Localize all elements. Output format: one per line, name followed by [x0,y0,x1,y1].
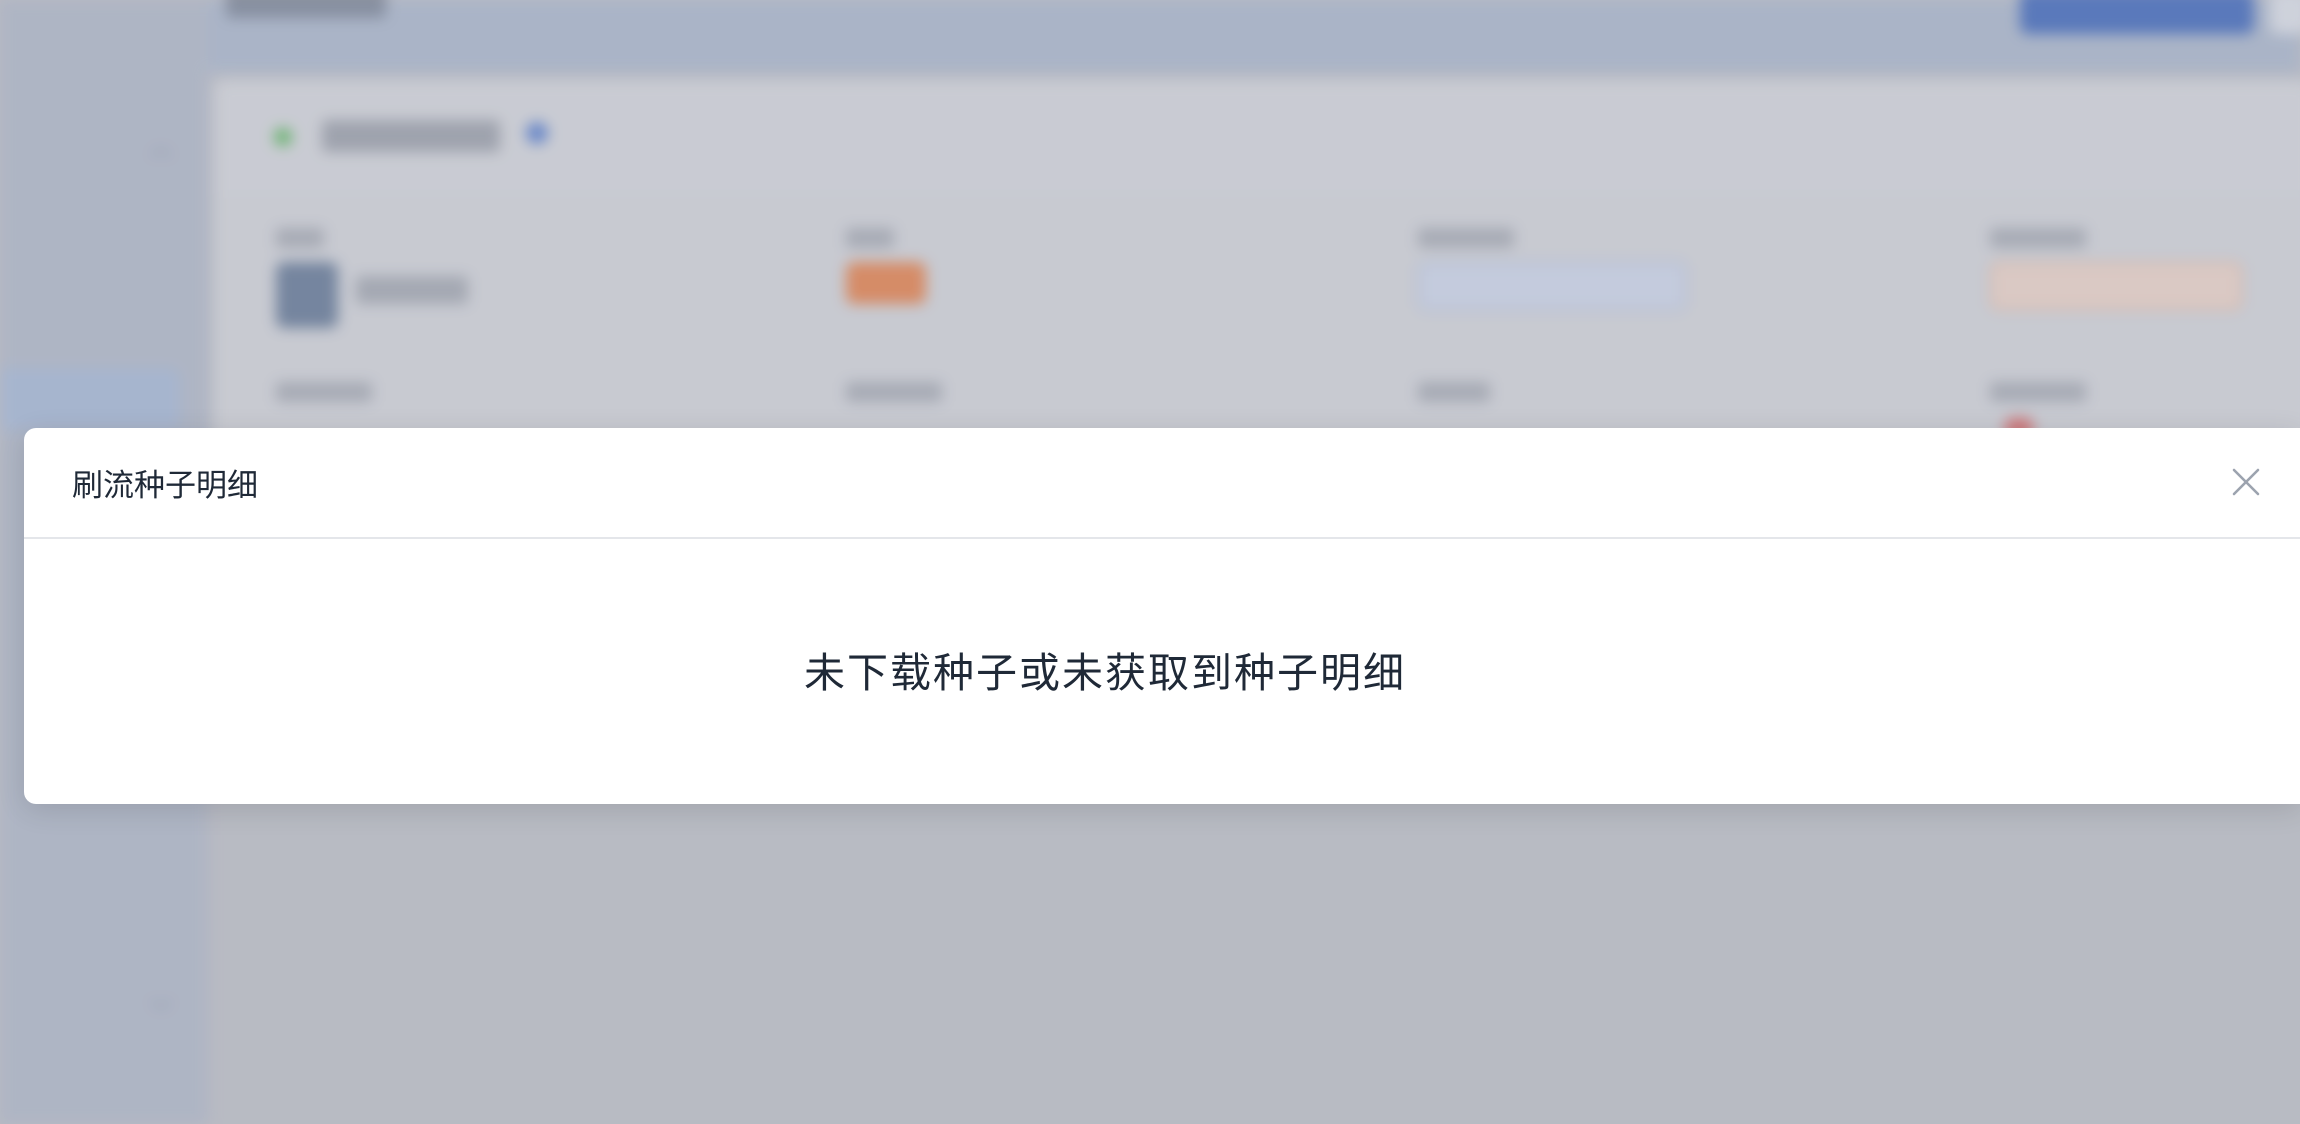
close-icon [2232,468,2260,496]
dialog-body: 未下载种子或未获取到种子明细 [24,539,2300,804]
torrent-details-dialog: 刷流种子明细 未下载种子或未获取到种子明细 [24,428,2300,804]
dialog-title: 刷流种子明细 [72,468,258,504]
dialog-header: 刷流种子明细 [24,428,2300,539]
empty-state-message: 未下载种子或未获取到种子明细 [804,648,1406,697]
close-button[interactable] [2224,460,2268,504]
